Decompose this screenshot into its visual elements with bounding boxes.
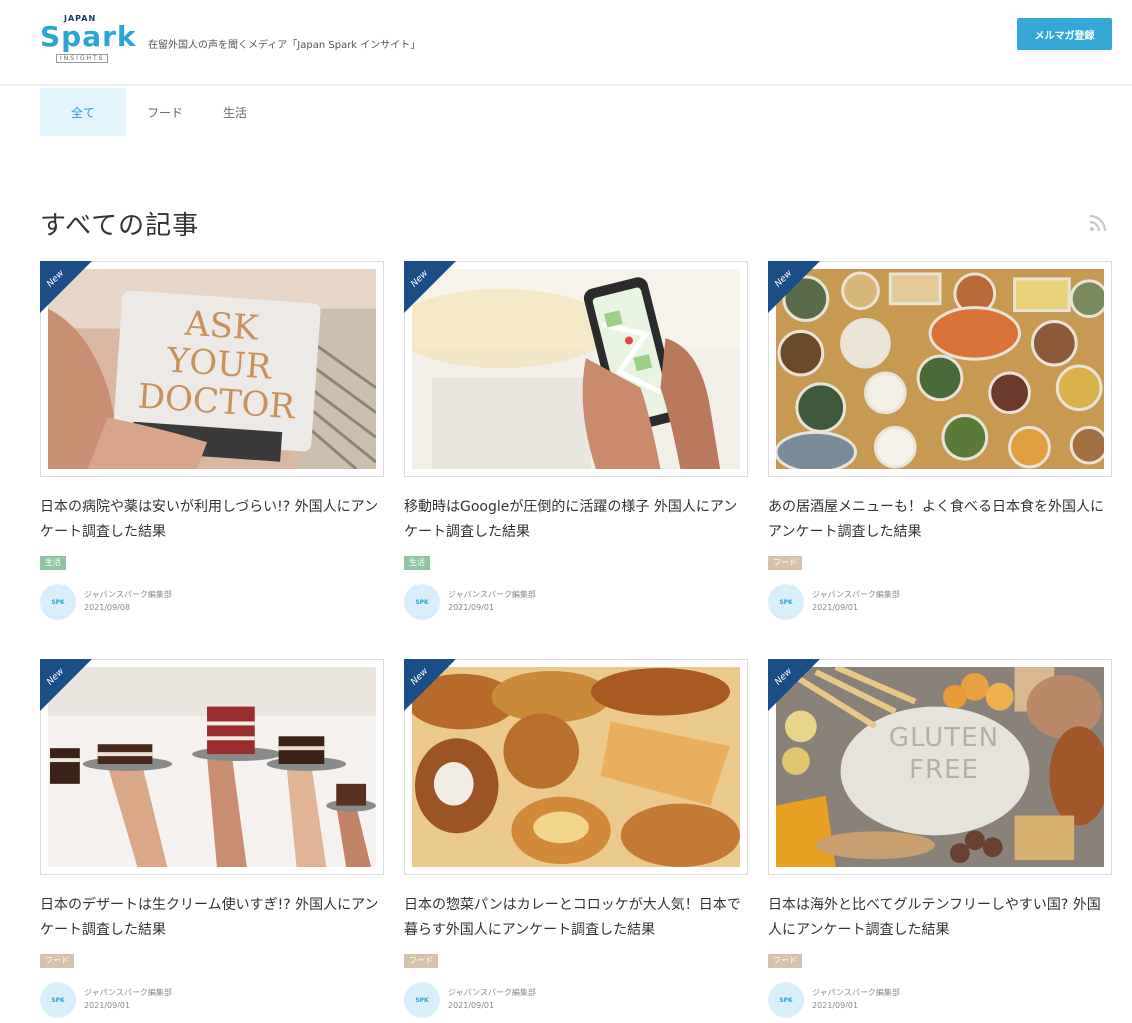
new-ribbon — [768, 261, 820, 313]
rss-icon[interactable] — [1088, 213, 1108, 233]
author-name: ジャパンスパーク編集部 — [812, 988, 900, 997]
thumbnail-caption: ASK YOUR DOCTOR — [136, 303, 297, 428]
new-ribbon — [40, 659, 92, 711]
article-title[interactable]: 日本は海外と比べてグルテンフリーしやすい国? 外国人にアンケート調査した結果 — [768, 893, 1108, 943]
article-thumbnail[interactable]: New — [404, 659, 748, 875]
article-thumbnail[interactable]: New — [40, 659, 384, 875]
article-title[interactable]: 日本のデザートは生クリーム使いすぎ!? 外国人にアンケート調査した結果 — [40, 893, 380, 943]
new-ribbon — [768, 659, 820, 711]
author-name: ジャパンスパーク編集部 — [448, 988, 536, 997]
site-header: JAPAN Spark INSIGHTS 在留外国人の声を聞くメディア「Japa… — [0, 0, 1132, 86]
author-name: ジャパンスパーク編集部 — [84, 590, 172, 599]
article-card[interactable]: New 日本の惣菜パンはカレーとコロッケが大人気！日本で暮らす外国人にアンケート… — [404, 659, 750, 1020]
article-author: SPK ジャパンスパーク編集部 2021/09/01 — [768, 982, 1114, 1020]
category-tag[interactable]: 生活 — [40, 556, 66, 570]
article-title[interactable]: あの居酒屋メニューも！よく食べる日本食を外国人にアンケート調査した結果 — [768, 495, 1108, 545]
author-name: ジャパンスパーク編集部 — [812, 590, 900, 599]
category-tabs: 全て フード 生活 — [40, 88, 266, 136]
article-card[interactable]: New 日本のデザートは生クリーム使いすぎ!? 外国人にアンケート調査した結果 … — [40, 659, 386, 1020]
publish-date: 2021/09/01 — [448, 603, 495, 612]
publish-date: 2021/09/01 — [812, 1001, 859, 1010]
japanese-dishes-image — [776, 269, 1104, 469]
tab-food[interactable]: フード — [126, 88, 204, 136]
author-name: ジャパンスパーク編集部 — [448, 590, 536, 599]
article-thumbnail[interactable]: New — [404, 261, 748, 477]
category-tag[interactable]: フード — [40, 954, 74, 968]
tab-life[interactable]: 生活 — [204, 88, 266, 136]
avatar: SPK — [40, 982, 76, 1018]
site-tagline: 在留外国人の声を聞くメディア「Japan Spark インサイト」 — [148, 40, 421, 51]
publish-date: 2021/09/01 — [812, 603, 859, 612]
new-ribbon — [40, 261, 92, 313]
avatar: SPK — [40, 584, 76, 620]
category-tag[interactable]: フード — [768, 954, 802, 968]
smartphone-map-image — [412, 269, 740, 469]
category-tag[interactable]: フード — [768, 556, 802, 570]
article-thumbnail[interactable]: New ASK YOUR DOCTOR — [40, 261, 384, 477]
avatar: SPK — [404, 982, 440, 1018]
thumbnail-caption: GLUTEN FREE — [888, 723, 1000, 785]
publish-date: 2021/09/01 — [448, 1001, 495, 1010]
newsletter-signup-button[interactable]: メルマガ登録 — [1017, 18, 1112, 50]
article-card[interactable]: New あの居酒屋メニューも！よく食べる日本食を外国人にアンケート調査した結果 … — [768, 261, 1114, 622]
article-author: SPK ジャパンスパーク編集部 2021/09/01 — [404, 982, 750, 1020]
article-author: SPK ジャパンスパーク編集部 2021/09/01 — [768, 584, 1114, 622]
site-logo[interactable]: JAPAN Spark INSIGHTS — [38, 10, 138, 68]
article-title[interactable]: 日本の病院や薬は安いが利用しづらい!? 外国人にアンケート調査した結果 — [40, 495, 380, 545]
article-author: SPK ジャパンスパーク編集部 2021/09/01 — [404, 584, 750, 622]
publish-date: 2021/09/08 — [84, 603, 131, 612]
tab-all[interactable]: 全て — [40, 88, 126, 136]
category-tag[interactable]: フード — [404, 954, 438, 968]
avatar: SPK — [768, 982, 804, 1018]
avatar: SPK — [404, 584, 440, 620]
avatar: SPK — [768, 584, 804, 620]
article-thumbnail[interactable]: New — [768, 261, 1112, 477]
article-card[interactable]: New ASK YOUR DOCTOR 日本の病院や薬は安いが利用しづらい!? … — [40, 261, 386, 622]
category-tag[interactable]: 生活 — [404, 556, 430, 570]
author-name: ジャパンスパーク編集部 — [84, 988, 172, 997]
publish-date: 2021/09/01 — [84, 1001, 131, 1010]
logo-spark-text: Spark — [40, 20, 137, 53]
cake-dessert-image — [48, 667, 376, 867]
new-ribbon — [404, 659, 456, 711]
article-author: SPK ジャパンスパーク編集部 2021/09/01 — [40, 982, 386, 1020]
logo-insights-text: INSIGHTS — [56, 54, 109, 63]
article-title[interactable]: 移動時はGoogleが圧倒的に活躍の様子 外国人にアンケート調査した結果 — [404, 495, 744, 545]
article-author: SPK ジャパンスパーク編集部 2021/09/08 — [40, 584, 386, 622]
bread-pastries-image — [412, 667, 740, 867]
article-title[interactable]: 日本の惣菜パンはカレーとコロッケが大人気！日本で暮らす外国人にアンケート調査した… — [404, 893, 744, 943]
article-card[interactable]: New GLUTEN FREE 日本は海外と比べてグルテンフリーしやすい国? 外… — [768, 659, 1114, 1020]
section-title: すべての記事 — [40, 211, 200, 241]
article-card[interactable]: New 移動時はGoogleが圧倒的に活躍の様子 外国人にアンケート調査した結果… — [404, 261, 750, 622]
article-thumbnail[interactable]: New GLUTEN FREE — [768, 659, 1112, 875]
new-ribbon — [404, 261, 456, 313]
